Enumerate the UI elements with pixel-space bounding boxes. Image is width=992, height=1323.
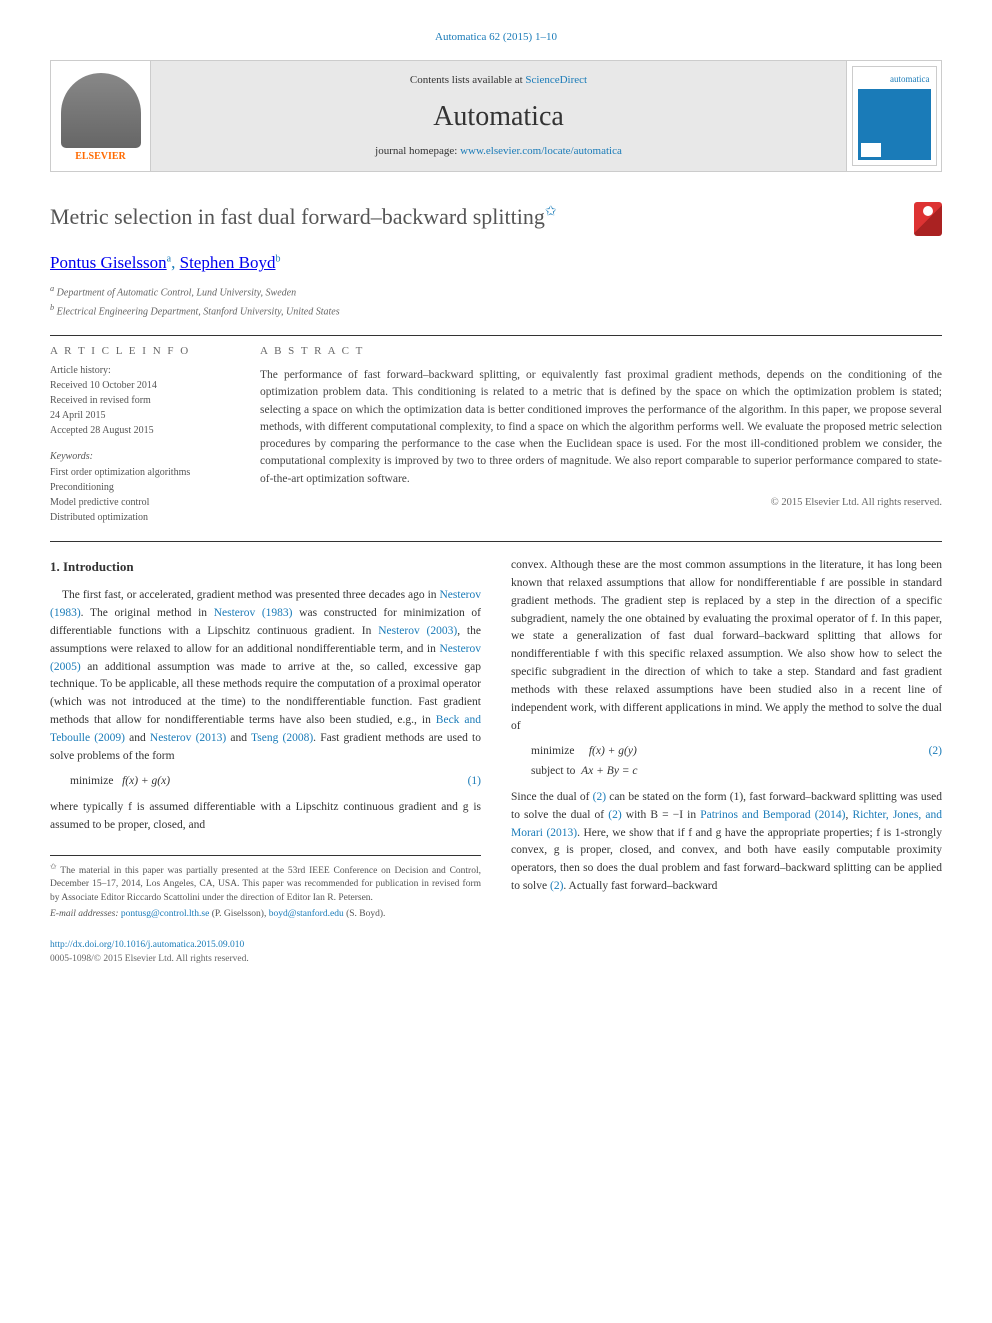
contents-prefix: Contents lists available at [410,74,525,86]
eq2-l2-label: subject to [531,765,575,777]
journal-banner: ELSEVIER Contents lists available at Sci… [50,60,942,172]
article-info: A R T I C L E I N F O Article history: R… [50,344,230,526]
keyword-2: Preconditioning [50,481,230,495]
divider-bottom [50,541,942,542]
footnote-1: ✩ The material in this paper was partial… [50,861,481,905]
email-2[interactable]: boyd@stanford.edu [269,909,344,919]
p1g: and [226,732,251,744]
copyright-bottom: 0005-1098/© 2015 Elsevier Ltd. All right… [50,953,942,966]
eq2-label: minimize [531,745,574,757]
elsevier-tree-icon [61,73,141,148]
author-1-link[interactable]: Pontus Giselsson [50,253,167,272]
body-columns: 1. Introduction The first fast, or accel… [50,557,942,924]
doi-link[interactable]: http://dx.doi.org/10.1016/j.automatica.2… [50,940,244,950]
ref-tseng[interactable]: Tseng (2008) [251,732,313,744]
eq2-l1-body: f(x) + g(y) [589,745,637,757]
email-1[interactable]: pontusg@control.lth.se [121,909,209,919]
title-row: Metric selection in fast dual forward–ba… [50,202,942,236]
email-1-who: (P. Giselsson), [209,909,268,919]
doi-row: http://dx.doi.org/10.1016/j.automatica.2… [50,939,942,952]
author-1-aff: a [167,254,171,265]
banner-middle: Contents lists available at ScienceDirec… [151,61,846,171]
email-2-who: (S. Boyd). [346,909,385,919]
eq1-label: minimize [70,775,113,787]
elsevier-text: ELSEVIER [75,150,126,164]
abstract-header: A B S T R A C T [260,344,942,359]
divider-top [50,335,942,336]
p1b: . The original method in [81,607,214,619]
equation-1-number[interactable]: (1) [468,773,481,791]
col2-p2a: Since the dual of [511,791,593,803]
keyword-3: Model predictive control [50,496,230,510]
ref-eq2-b[interactable]: (2) [608,809,621,821]
ref-nesterov-1983b[interactable]: Nesterov (1983) [214,607,293,619]
crossmark-icon[interactable] [914,202,942,236]
col2-p2f: . Actually fast forward–backward [563,880,717,892]
keyword-4: Distributed optimization [50,511,230,525]
equation-2-row2: subject to Ax + By = c [511,763,942,781]
affiliation-b: b Electrical Engineering Department, Sta… [50,302,942,319]
ref-eq2-a[interactable]: (2) [593,791,606,803]
title-footnote-star[interactable]: ✩ [545,205,557,220]
contents-line: Contents lists available at ScienceDirec… [151,73,846,88]
citation-header: Automatica 62 (2015) 1–10 [50,30,942,45]
abstract-column: A B S T R A C T The performance of fast … [260,344,942,526]
affiliation-a: a Department of Automatic Control, Lund … [50,283,942,300]
keyword-1: First order optimization algorithms [50,466,230,480]
author-2-link[interactable]: Stephen Boyd [180,253,276,272]
ref-patrinos[interactable]: Patrinos and Bemporad (2014) [700,809,845,821]
p1e: an additional assumption was made to arr… [50,661,481,726]
history-2: Received in revised form [50,394,230,408]
journal-name: Automatica [151,97,846,136]
p2: where typically f is assumed differentia… [50,799,481,835]
abstract-copyright: © 2015 Elsevier Ltd. All rights reserved… [260,496,942,511]
footnote-emails: E-mail addresses: pontusg@control.lth.se… [50,908,481,921]
history-4: Accepted 28 August 2015 [50,424,230,438]
equation-2-row1: minimize f(x) + g(y) (2) [511,743,942,761]
footnote-star-icon: ✩ [50,862,57,871]
section-1-heading: 1. Introduction [50,557,481,577]
history-1: Received 10 October 2014 [50,379,230,393]
article-info-header: A R T I C L E I N F O [50,344,230,359]
p1f: and [125,732,150,744]
equation-2-line2: subject to Ax + By = c [511,763,638,781]
equation-2-number[interactable]: (2) [929,743,942,761]
column-left: 1. Introduction The first fast, or accel… [50,557,481,924]
equation-2-line1: minimize f(x) + g(y) [511,743,637,761]
homepage-line: journal homepage: www.elsevier.com/locat… [151,144,846,159]
equation-1: minimize f(x) + g(x) [50,773,170,791]
cover-ifac-badge [861,143,881,157]
col2-p1: convex. Although these are the most comm… [511,557,942,735]
authors: Pontus Giselssona, Stephen Boydb [50,251,942,275]
journal-cover[interactable]: automatica [846,61,941,171]
history-3: 24 April 2015 [50,409,230,423]
ref-eq2-c[interactable]: (2) [550,880,563,892]
ref-nesterov-2013[interactable]: Nesterov (2013) [150,732,226,744]
footnotes: ✩ The material in this paper was partial… [50,855,481,921]
aff-a-text: Department of Automatic Control, Lund Un… [57,287,296,298]
abstract-text: The performance of fast forward–backward… [260,367,942,488]
email-label: E-mail addresses: [50,909,119,919]
ref-nesterov-2003[interactable]: Nesterov (2003) [378,625,457,637]
column-right: convex. Although these are the most comm… [511,557,942,924]
p1a: The first fast, or accelerated, gradient… [50,589,439,601]
cover-title: automatica [890,73,929,86]
equation-1-row: minimize f(x) + g(x) (1) [50,773,481,791]
author-2-aff: b [275,254,280,265]
eq2-l2-body: Ax + By = c [581,765,637,777]
eq1-body: f(x) + g(x) [122,775,170,787]
homepage-link[interactable]: www.elsevier.com/locate/automatica [460,145,622,157]
article-title: Metric selection in fast dual forward–ba… [50,202,557,233]
elsevier-logo[interactable]: ELSEVIER [51,61,151,171]
homepage-prefix: journal homepage: [375,145,460,157]
info-abstract-row: A R T I C L E I N F O Article history: R… [50,344,942,526]
aff-b-text: Electrical Engineering Department, Stanf… [57,307,340,318]
history-label: Article history: [50,364,230,378]
title-text: Metric selection in fast dual forward–ba… [50,204,545,229]
sciencedirect-link[interactable]: ScienceDirect [525,74,587,86]
keywords-label: Keywords: [50,450,230,464]
footnote-1-text: The material in this paper was partially… [50,866,481,903]
col2-p2c: with B = −I in [622,809,701,821]
